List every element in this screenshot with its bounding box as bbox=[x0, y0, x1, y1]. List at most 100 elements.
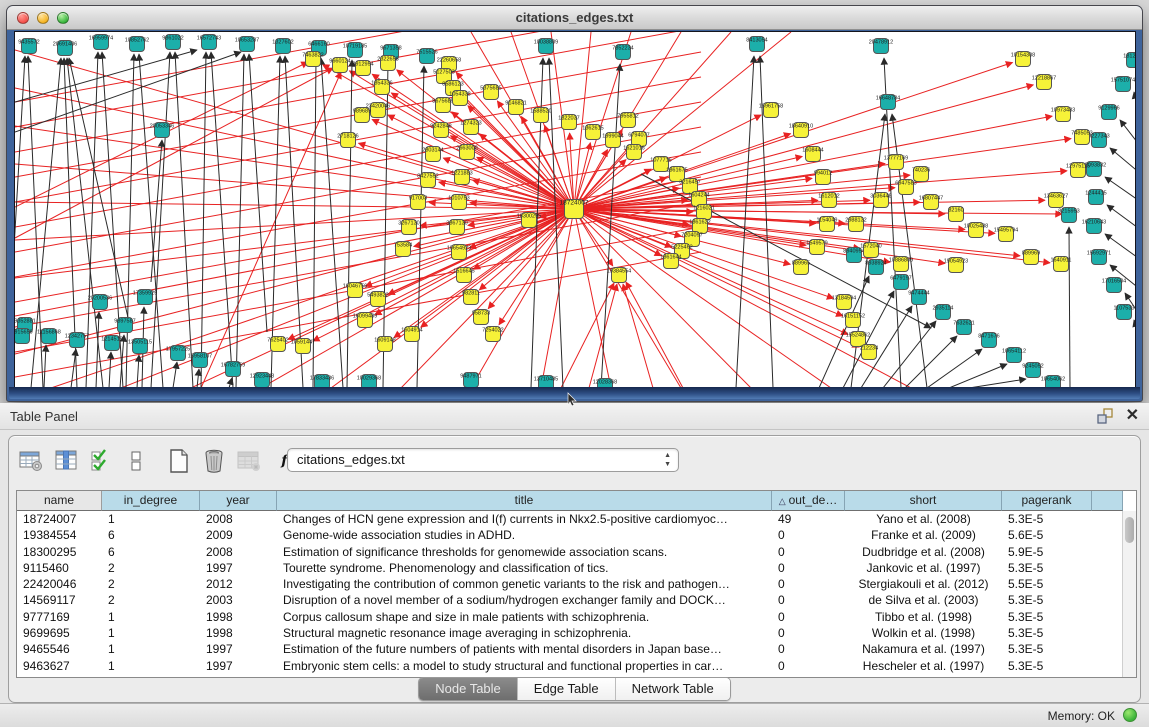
graph-node[interactable]: 1861644 bbox=[660, 254, 681, 269]
column-header-name[interactable]: name bbox=[17, 491, 102, 511]
graph-node[interactable]: 7625402 bbox=[267, 337, 288, 352]
graph-node[interactable]: 15495794 bbox=[994, 227, 1018, 242]
column-header-short[interactable]: short bbox=[845, 491, 1002, 511]
graph-node[interactable]: 9861022 bbox=[162, 35, 183, 50]
delete-table-icon[interactable] bbox=[234, 447, 264, 475]
graph-node[interactable]: 6947583 bbox=[895, 180, 916, 195]
graph-node[interactable]: 1588520 bbox=[530, 108, 551, 123]
graph-node[interactable]: 2803144 bbox=[422, 147, 443, 162]
graph-node[interactable]: 1154049 bbox=[816, 217, 837, 232]
graph-node[interactable]: 1549579 bbox=[806, 240, 827, 255]
new-file-icon[interactable] bbox=[164, 447, 194, 475]
graph-node[interactable]: 1854336 bbox=[371, 80, 392, 95]
graph-node[interactable]: 10719185 bbox=[343, 43, 367, 58]
graph-node[interactable]: 1274323 bbox=[460, 120, 481, 135]
graph-node[interactable]: 1999044 bbox=[602, 133, 623, 148]
column-header-filler[interactable] bbox=[1092, 491, 1123, 511]
memory-status-indicator[interactable] bbox=[1123, 708, 1137, 722]
graph-node[interactable]: 12923448 bbox=[250, 373, 274, 388]
table-row[interactable]: 946554611997Estimation of the future num… bbox=[17, 641, 1136, 657]
graph-node[interactable]: 82160 bbox=[948, 207, 963, 222]
graph-node[interactable]: 1327602 bbox=[272, 39, 293, 54]
graph-node[interactable]: 212234 bbox=[860, 345, 878, 360]
graph-node[interactable]: 7254022 bbox=[482, 327, 503, 342]
graph-node[interactable]: 994012 bbox=[814, 170, 832, 185]
graph-node[interactable]: 10154308 bbox=[1011, 52, 1035, 67]
graph-node[interactable]: 1812614 bbox=[1123, 53, 1135, 68]
graph-node[interactable]: 17957225 bbox=[166, 346, 190, 361]
graph-node[interactable]: 20478912 bbox=[869, 39, 893, 54]
table-row[interactable]: 1830029562008Estimation of significance … bbox=[17, 544, 1136, 560]
graph-node[interactable]: 9435572 bbox=[18, 39, 39, 54]
graph-node[interactable]: 16959974 bbox=[89, 35, 113, 50]
graph-node[interactable]: 1572040 bbox=[860, 243, 881, 258]
graph-node[interactable]: 9129966 bbox=[1098, 105, 1119, 120]
graph-node[interactable]: 8938924 bbox=[865, 260, 886, 275]
column-header-year[interactable]: year bbox=[200, 491, 277, 511]
graph-node[interactable]: 1609148 bbox=[374, 337, 395, 352]
graph-node[interactable]: 2663008 bbox=[456, 145, 477, 160]
graph-node[interactable]: 8471676 bbox=[978, 333, 999, 348]
graph-node[interactable]: 958733 bbox=[472, 310, 490, 325]
citation-graph[interactable]: 9435572 20691406 16959974 10852762 9861022 16… bbox=[15, 32, 1135, 388]
deselect-rows-icon[interactable] bbox=[121, 447, 151, 475]
graph-node[interactable]: 20691406 bbox=[53, 41, 77, 56]
tab-edge-table[interactable]: Edge Table bbox=[518, 678, 616, 700]
graph-node[interactable]: 1621016 bbox=[623, 145, 644, 160]
graph-node[interactable]: 1516645 bbox=[453, 268, 474, 283]
graph-node[interactable]: 889965 bbox=[792, 260, 810, 275]
graph-node[interactable]: 9474444 bbox=[908, 290, 929, 305]
tab-node-table[interactable]: Node Table bbox=[419, 678, 518, 700]
graph-node[interactable]: 2988132 bbox=[845, 217, 866, 232]
graph-node[interactable]: 7632621 bbox=[953, 320, 974, 335]
graph-node[interactable]: 9245052 bbox=[1022, 363, 1043, 378]
graph-node[interactable]: 917003 bbox=[409, 195, 427, 210]
graph-node[interactable]: 3867130 bbox=[446, 220, 467, 235]
graph-node[interactable]: 10852762 bbox=[125, 37, 149, 52]
column-header-in_degree[interactable]: in_degree bbox=[102, 491, 200, 511]
graph-node[interactable]: 1054338 bbox=[449, 91, 470, 106]
graph-node[interactable]: 889969 bbox=[1022, 250, 1040, 265]
table-selector-dropdown[interactable]: citations_edges.txt ▲▼ bbox=[287, 448, 679, 472]
graph-node[interactable]: 1362615 bbox=[582, 125, 603, 140]
graph-node[interactable]: 1608444 bbox=[802, 147, 823, 162]
graph-node[interactable]: 8912954 bbox=[352, 61, 373, 76]
graph-node[interactable]: 10025488 bbox=[964, 223, 988, 238]
graph-node[interactable]: 8215953 bbox=[1058, 208, 1079, 223]
graph-node[interactable]: 3036448 bbox=[870, 193, 891, 208]
tab-network-table[interactable]: Network Table bbox=[616, 678, 730, 700]
graph-node[interactable]: 13463627 bbox=[1044, 193, 1068, 208]
graph-node[interactable]: 8413054 bbox=[746, 37, 767, 52]
column-visibility-icon[interactable] bbox=[51, 447, 81, 475]
graph-node[interactable]: 6479197 bbox=[890, 275, 911, 290]
graph-node[interactable]: 7852234 bbox=[612, 45, 633, 60]
table-row[interactable]: 969969511998Structural magnetic resonanc… bbox=[17, 625, 1136, 641]
graph-node[interactable]: 5493822 bbox=[367, 292, 388, 307]
window-titlebar[interactable]: citations_edges.txt bbox=[7, 6, 1142, 30]
graph-node[interactable]: 12218867 bbox=[1032, 75, 1056, 90]
graph-node[interactable]: 10591447 bbox=[291, 339, 315, 354]
table-row[interactable]: 1456911722003Disruption of a novel membe… bbox=[17, 592, 1136, 608]
graph-node[interactable]: 989689 bbox=[353, 108, 371, 123]
float-panel-icon[interactable] bbox=[1096, 407, 1114, 425]
graph-node[interactable]: 10973483 bbox=[1051, 107, 1075, 122]
graph-node[interactable]: 10653287 bbox=[235, 37, 259, 52]
column-header-pagerank[interactable]: pagerank bbox=[1002, 491, 1092, 511]
graph-node[interactable]: 1216021 bbox=[693, 205, 714, 220]
graph-node[interactable]: 8427552 bbox=[417, 173, 438, 188]
table-scrollbar[interactable] bbox=[1122, 511, 1136, 677]
table-row[interactable]: 977716911998Corpus callosum shape and si… bbox=[17, 609, 1136, 625]
graph-node[interactable]: 2322658 bbox=[377, 56, 398, 71]
delete-trash-icon[interactable] bbox=[199, 447, 229, 475]
graph-node[interactable]: 982811 bbox=[462, 290, 480, 305]
graph-node[interactable]: 17016504 bbox=[1102, 278, 1126, 293]
table-row[interactable]: 1872400712008Changes of HCN gene express… bbox=[17, 511, 1136, 527]
graph-node[interactable]: 16151152 bbox=[841, 313, 865, 328]
graph-node[interactable]: 1221883 bbox=[451, 170, 472, 185]
graph-node[interactable]: 1107533 bbox=[1113, 305, 1134, 320]
graph-node[interactable]: 20200536 bbox=[88, 295, 112, 310]
graph-node[interactable]: 16572743 bbox=[197, 35, 221, 50]
network-canvas[interactable]: 9435572 20691406 16959974 10852762 9861022 16… bbox=[14, 31, 1136, 389]
graph-node[interactable]: 1214519 bbox=[101, 336, 122, 351]
graph-node[interactable]: 1612012 bbox=[818, 193, 839, 208]
